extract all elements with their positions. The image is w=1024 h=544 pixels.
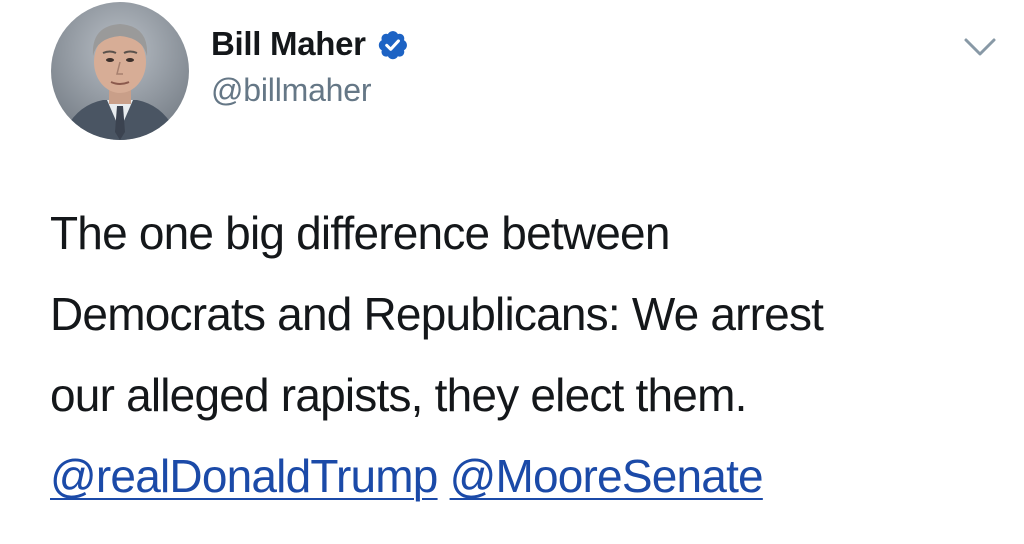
tweet-mentions-line: @realDonaldTrump @MooreSenate <box>50 436 1000 517</box>
tweet-text: The one big difference between Democrats… <box>50 193 1000 517</box>
profile-photo-icon <box>51 2 189 140</box>
tweet-card: Bill Maher @billmaher The one big differ… <box>0 0 1024 544</box>
tweet-text-line: our alleged rapists, they elect them. <box>50 369 747 421</box>
chevron-down-icon[interactable] <box>962 34 998 60</box>
avatar[interactable] <box>51 2 189 140</box>
author-name-row: Bill Maher <box>211 22 409 66</box>
tweet-text-line: The one big difference between <box>50 207 670 259</box>
verified-badge-icon <box>376 28 409 61</box>
author-handle[interactable]: @billmaher <box>211 72 372 109</box>
tweet-text-line: Democrats and Republicans: We arrest <box>50 288 824 340</box>
author-display-name[interactable]: Bill Maher <box>211 25 366 63</box>
mention-link-mooresenate[interactable]: @MooreSenate <box>450 450 764 502</box>
mention-link-realdonaldtrump[interactable]: @realDonaldTrump <box>50 450 438 502</box>
